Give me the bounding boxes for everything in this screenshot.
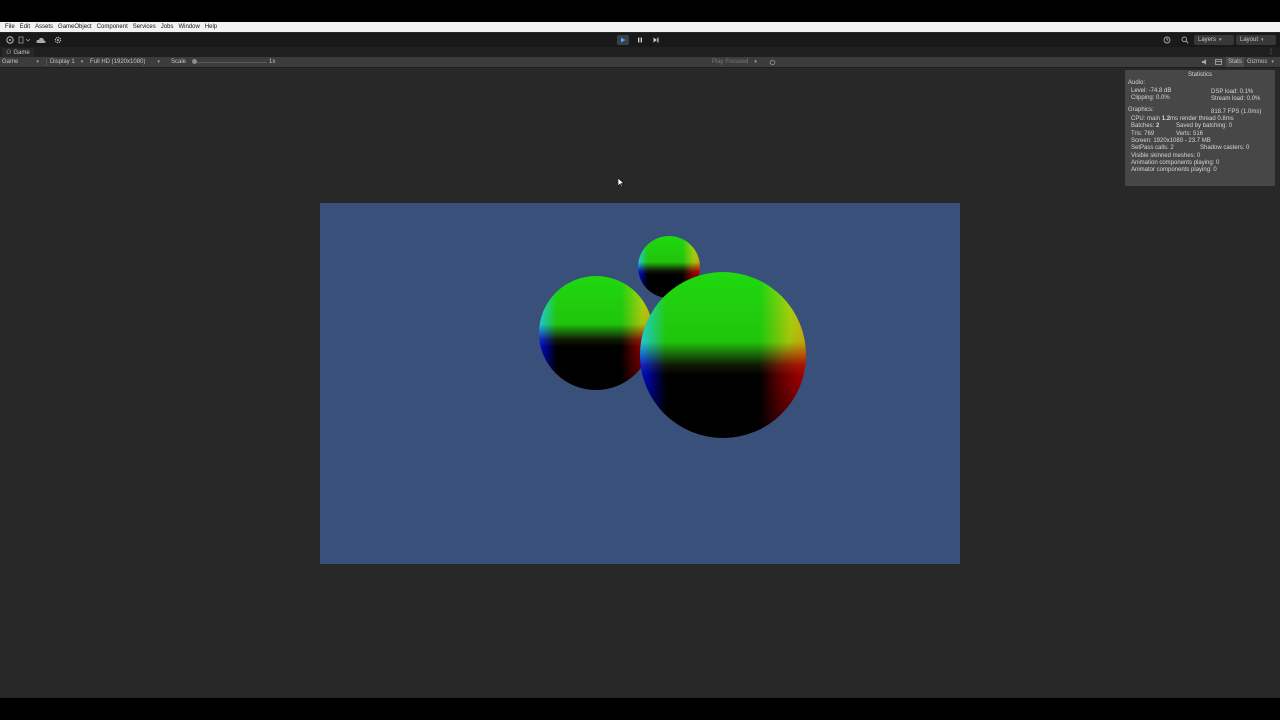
menu-assets[interactable]: Assets [35,24,53,30]
screen-info: Screen: 1920x1080 - 23.7 MB [1131,138,1211,144]
scale-slider-handle[interactable] [192,59,197,64]
cpu-suffix: ms render thread 0.8ms [1170,116,1234,122]
setpass-calls: SetPass calls: 2 [1131,145,1174,151]
fps-readout: 818.7 FPS (1.0ms) [1211,109,1262,115]
divider [46,59,47,66]
mute-audio-icon[interactable] [1200,57,1210,67]
resolution-label: Full HD (1920x1080) [90,59,146,65]
search-icon[interactable] [1179,35,1191,45]
animation-components: Animation components playing: 0 [1131,160,1220,166]
statistics-panel: Statistics Audio: Level: -74.8 dB DSP lo… [1125,70,1275,186]
mouse-cursor-icon [618,178,625,188]
aspect-icon[interactable] [1213,57,1223,67]
collab-icon[interactable] [16,35,32,45]
menu-file[interactable]: File [5,24,15,30]
view-mode-label: Game [2,59,19,65]
dsp-load: DSP load: 0.1% [1211,89,1254,95]
sphere-left [539,276,653,390]
scale-label: Scale [171,59,187,65]
menu-edit[interactable]: Edit [20,24,30,30]
scale-slider-track[interactable] [195,61,267,63]
scene-render [539,236,806,438]
cpu-prefix: CPU: main [1131,116,1162,122]
graphics-header: Graphics: [1128,107,1154,113]
saved-by-batching: Saved by batching: 0 [1176,123,1233,129]
audio-clipping: Clipping: 0.0% [1131,95,1170,101]
play-button[interactable] [617,35,629,45]
verts-count: Verts: 516 [1176,131,1204,137]
display-dropdown[interactable]: Display 1 ▾ [50,57,88,67]
stats-toggle[interactable]: Stats [1226,57,1244,67]
pause-icon [638,37,642,43]
menu-bar: File Edit Assets GameObject Component Se… [0,22,1280,32]
sphere-large [640,272,806,438]
chevron-down-icon: ▾ [80,59,84,65]
game-viewport[interactable] [320,203,960,564]
chevron-down-icon: ▾ [754,59,757,65]
menu-component[interactable]: Component [97,24,128,30]
audio-level: Level: -74.8 dB [1131,88,1172,94]
account-icon[interactable] [4,35,16,45]
stats-title: Statistics [1187,72,1212,78]
unity-editor-window: File Edit Assets GameObject Component Se… [0,22,1280,698]
visible-skinned-meshes: Visible skinned meshes: 0 [1131,153,1201,159]
chevron-down-icon: ▾ [1219,37,1222,43]
gamepad-icon: ⚇ [6,50,12,56]
gizmos-dropdown[interactable]: Gizmos ▾ [1247,57,1274,67]
tab-strip: ⚇ Game ⋮ [0,47,1280,57]
settings-gear-icon[interactable] [52,35,64,45]
layout-dropdown[interactable]: Layout ▾ [1236,35,1276,45]
chevron-down-icon: ▾ [36,59,39,65]
chevron-down-icon: ▾ [1271,59,1274,65]
game-view-toolbar: Game ▾ Display 1 ▾ Full HD (1920x1080) ▾… [0,57,1280,68]
layers-label: Layers [1198,37,1217,43]
menu-window[interactable]: Window [178,24,199,30]
view-mode-dropdown[interactable]: Game ▾ [2,57,44,67]
layers-dropdown[interactable]: Layers ▾ [1194,35,1234,45]
step-button[interactable] [650,35,662,45]
cloud-icon[interactable] [35,35,47,45]
stream-load: Stream load: 0.0% [1211,96,1261,102]
chevron-down-icon: ▾ [157,59,160,65]
layout-label: Layout [1240,37,1259,43]
menu-help[interactable]: Help [205,24,217,30]
history-icon[interactable] [1161,35,1173,45]
batches-prefix: Batches: [1131,123,1157,129]
tris-count: Tris: 769 [1131,131,1155,137]
play-focused-label: Play Focused [712,59,749,65]
audio-header: Audio: [1128,80,1146,86]
batches-value: 2 [1156,123,1160,129]
step-icon [653,37,659,43]
play-focused-dropdown[interactable]: Play Focused ▾ [712,57,757,67]
more-options-icon[interactable]: ⋮ [1268,48,1274,55]
batches: Batches: 2 [1131,123,1159,129]
gizmos-label: Gizmos [1247,59,1268,65]
shadow-casters: Shadow casters: 0 [1200,145,1250,151]
chevron-down-icon: ▾ [1261,37,1264,43]
resolution-dropdown[interactable]: Full HD (1920x1080) ▾ [90,57,168,67]
scale-value: 1x [269,59,276,65]
cpu-time: CPU: main 1.2ms render thread 0.8ms [1131,116,1234,122]
menu-services[interactable]: Services [133,24,156,30]
settings-gear-icon[interactable] [767,57,777,67]
main-toolbar: Layers ▾ Layout ▾ [0,33,1280,47]
menu-gameobject[interactable]: GameObject [58,24,92,30]
stats-toggle-label: Stats [1228,59,1242,65]
animator-components: Animator components playing: 0 [1131,167,1217,173]
tab-game[interactable]: ⚇ Game [2,48,34,57]
play-icon [621,37,626,43]
cpu-main-value: 1.2 [1161,116,1171,122]
pause-button[interactable] [634,35,646,45]
display-label: Display 1 [50,59,75,65]
tab-game-label: Game [13,49,30,56]
menu-jobs[interactable]: Jobs [161,24,174,30]
